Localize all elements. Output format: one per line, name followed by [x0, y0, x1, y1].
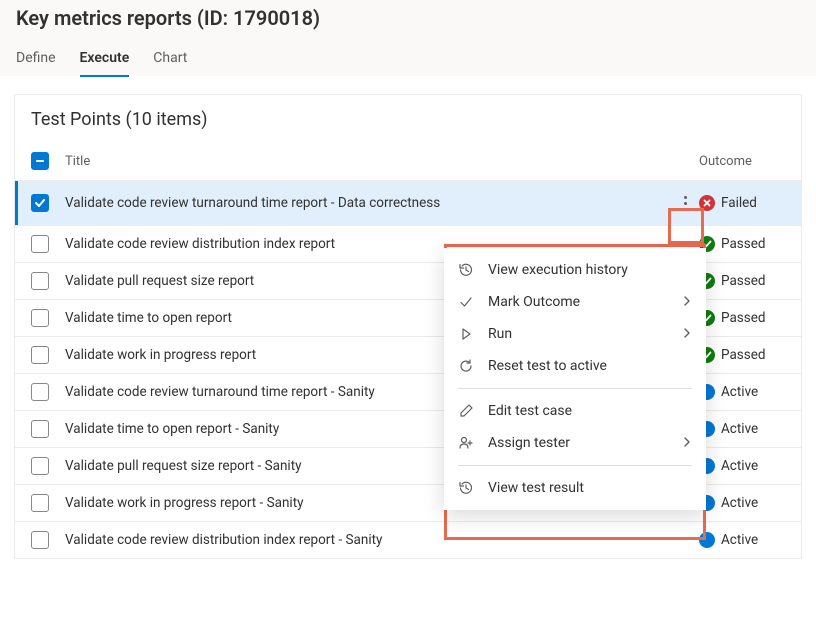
outcome-label: Active: [721, 384, 758, 400]
chevron-right-icon: [682, 435, 692, 451]
pencil-icon: [458, 403, 474, 419]
menu-separator: [458, 465, 692, 466]
row-title: Validate work in progress report - Sanit…: [65, 495, 304, 511]
page-header: Key metrics reports (ID: 1790018) Define…: [0, 0, 816, 76]
row-checkbox[interactable]: [31, 346, 49, 364]
context-menu: View execution history Mark Outcome Run Res…: [444, 248, 706, 510]
row-title: Validate time to open report: [65, 310, 232, 326]
row-title: Validate pull request size report - Sani…: [65, 458, 302, 474]
menu-item-label: View execution history: [488, 262, 692, 278]
outcome-label: Passed: [721, 273, 766, 289]
history-icon: [458, 262, 474, 278]
person-icon: [458, 435, 474, 451]
row-checkbox[interactable]: [31, 457, 49, 475]
table-row[interactable]: Validate code review turnaround time rep…: [15, 180, 801, 225]
menu-item-edit-test-case[interactable]: Edit test case: [444, 395, 706, 427]
row-title: Validate time to open report - Sanity: [65, 421, 279, 437]
reset-icon: [458, 358, 474, 374]
menu-separator: [458, 388, 692, 389]
menu-item-label: View test result: [488, 480, 692, 496]
menu-item-label: Edit test case: [488, 403, 692, 419]
row-title: Validate code review distribution index …: [65, 532, 382, 548]
play-icon: [458, 326, 474, 342]
panel-title: Test Points (10 items): [15, 95, 801, 148]
minus-icon: [35, 156, 45, 166]
row-title: Validate code review distribution index …: [65, 236, 335, 252]
row-checkbox[interactable]: [31, 235, 49, 253]
column-header-outcome[interactable]: Outcome: [699, 154, 785, 169]
check-icon: [34, 197, 46, 209]
row-checkbox[interactable]: [31, 272, 49, 290]
outcome-label: Passed: [721, 347, 766, 363]
tab-chart[interactable]: Chart: [153, 44, 187, 76]
menu-item-label: Run: [488, 326, 668, 342]
row-title: Validate code review turnaround time rep…: [65, 195, 440, 211]
chevron-right-icon: [682, 326, 692, 342]
menu-item-label: Reset test to active: [488, 358, 692, 374]
chevron-right-icon: [682, 294, 692, 310]
active-icon: [699, 532, 715, 548]
outcome-label: Active: [721, 495, 758, 511]
select-all-checkbox[interactable]: [31, 152, 49, 170]
row-checkbox[interactable]: [31, 383, 49, 401]
outcome-label: Active: [721, 458, 758, 474]
tab-bar: Define Execute Chart: [16, 44, 800, 76]
page-title: Key metrics reports (ID: 1790018): [16, 0, 800, 44]
row-checkbox[interactable]: [31, 194, 49, 212]
row-checkbox[interactable]: [31, 309, 49, 327]
menu-item-assign-tester[interactable]: Assign tester: [444, 427, 706, 459]
row-checkbox[interactable]: [31, 420, 49, 438]
menu-item-view-test-result[interactable]: View test result: [444, 472, 706, 504]
tab-execute[interactable]: Execute: [80, 44, 130, 76]
menu-item-reset-test-to-active[interactable]: Reset test to active: [444, 350, 706, 382]
menu-item-label: Mark Outcome: [488, 294, 668, 310]
table-row[interactable]: Validate code review distribution index …: [15, 521, 801, 558]
grid-header: Title Outcome: [15, 148, 801, 180]
row-checkbox[interactable]: [31, 531, 49, 549]
fail-icon: [699, 195, 715, 211]
tab-define[interactable]: Define: [16, 44, 56, 76]
column-header-title[interactable]: Title: [65, 154, 671, 169]
menu-item-run[interactable]: Run: [444, 318, 706, 350]
row-more-button[interactable]: [674, 190, 696, 216]
row-title: Validate work in progress report: [65, 347, 256, 363]
outcome-label: Passed: [721, 236, 766, 252]
menu-item-mark-outcome[interactable]: Mark Outcome: [444, 286, 706, 318]
check-icon: [458, 294, 474, 310]
outcome-label: Failed: [721, 195, 757, 211]
menu-item-view-execution-history[interactable]: View execution history: [444, 254, 706, 286]
menu-item-label: Assign tester: [488, 435, 668, 451]
row-title: Validate code review turnaround time rep…: [65, 384, 375, 400]
outcome-label: Passed: [721, 310, 766, 326]
outcome-label: Active: [721, 421, 758, 437]
row-title: Validate pull request size report: [65, 273, 254, 289]
row-checkbox[interactable]: [31, 494, 49, 512]
history-icon: [458, 480, 474, 496]
outcome-label: Active: [721, 532, 758, 548]
